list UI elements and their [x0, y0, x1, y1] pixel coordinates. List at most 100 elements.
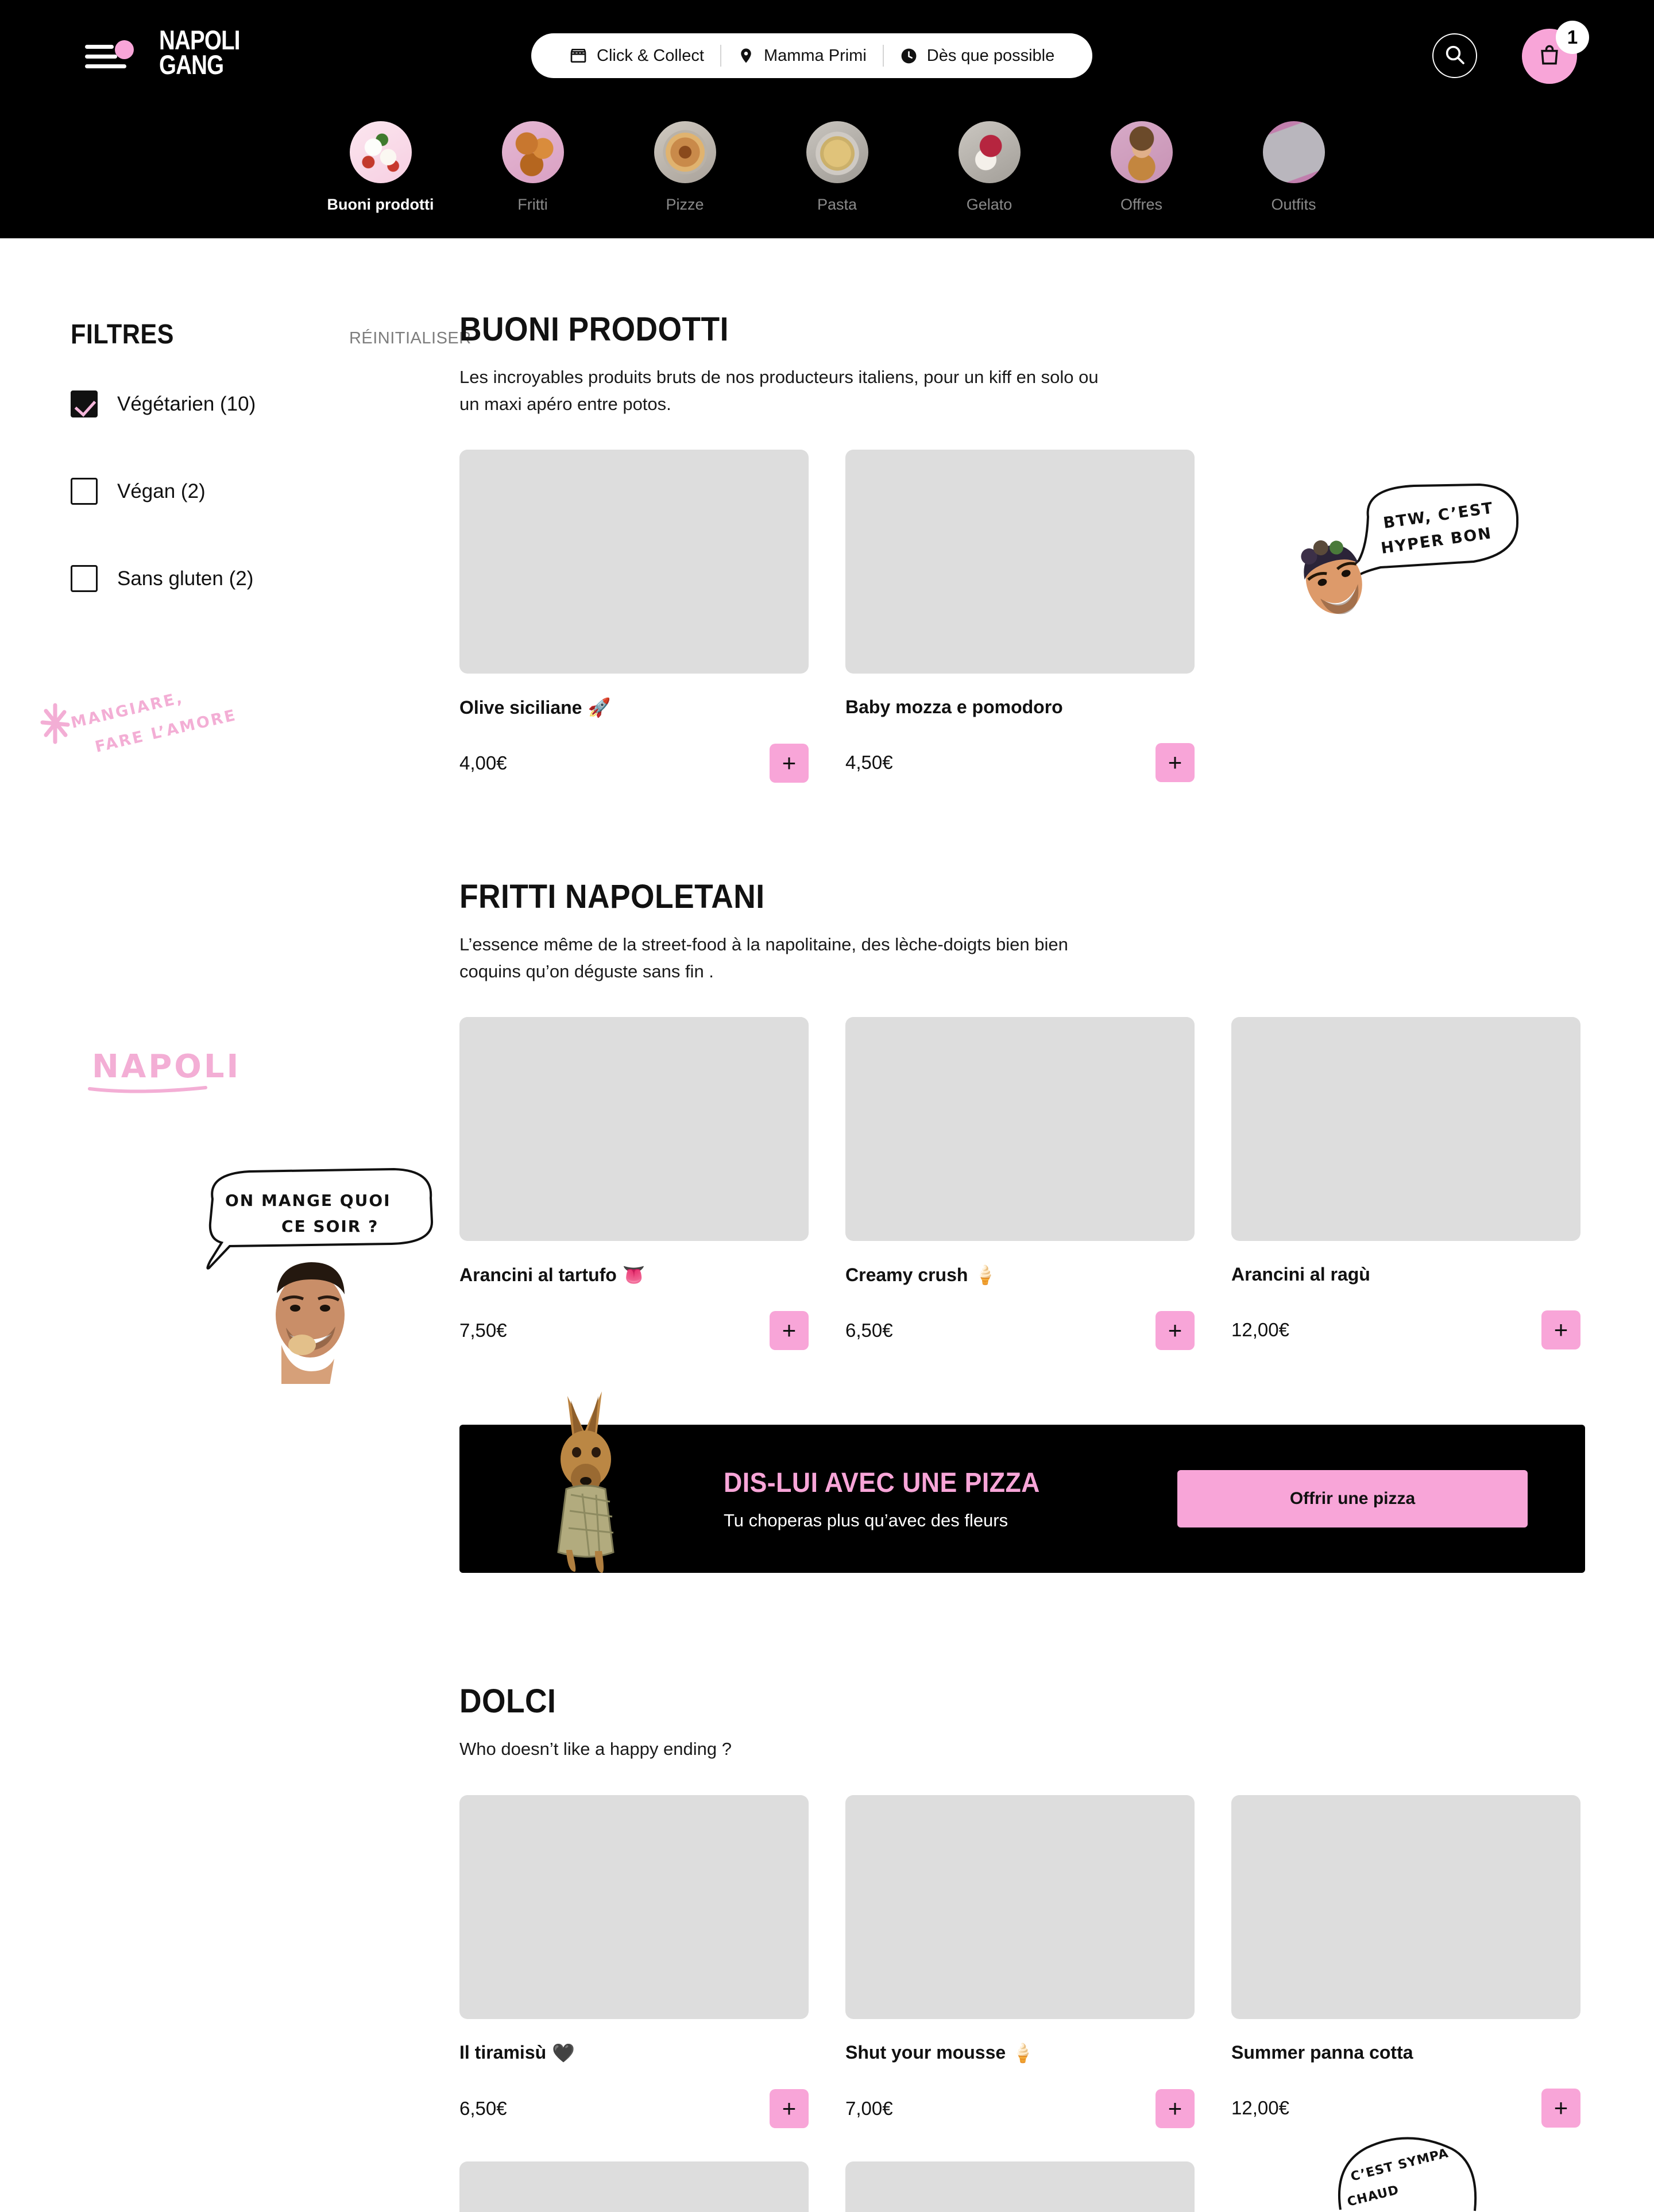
product-footer: 4,00€ +: [459, 744, 809, 783]
product-price: 12,00€: [1231, 1319, 1289, 1341]
filter-option-vegan[interactable]: Végan (2): [71, 478, 438, 505]
pill-item-time[interactable]: Dès que possible: [884, 47, 1071, 65]
product-name: Arancini al tartufo: [459, 1264, 617, 1285]
order-context-pill: Click & Collect Mamma Primi Dès que poss…: [531, 33, 1093, 78]
category-thumb-icon: [654, 121, 716, 183]
section-title: BUONI PRODOTTI: [459, 311, 729, 348]
category-item-fritti[interactable]: Fritti: [457, 111, 609, 214]
promo-banner[interactable]: DIS-LUI AVEC UNE PIZZA Tu choperas plus …: [459, 1391, 1585, 1573]
category-label: Offres: [1120, 196, 1163, 213]
category-item-pizze[interactable]: Pizze: [609, 111, 761, 214]
pill-item-click-collect[interactable]: Click & Collect: [553, 47, 720, 65]
product-name-row: Il tiramisù 🖤: [459, 2042, 809, 2064]
category-label: Outfits: [1271, 196, 1316, 213]
pill-label-location: Mamma Primi: [763, 46, 867, 65]
product-image: [459, 1795, 809, 2019]
category-label: Pasta: [817, 196, 857, 213]
add-to-cart-button[interactable]: +: [770, 2089, 809, 2128]
search-button[interactable]: [1432, 33, 1477, 78]
product-price: 7,00€: [845, 2097, 893, 2119]
product-grid: Olive siciliane 🚀 4,00€ + Baby mozza e p…: [459, 450, 1585, 783]
product-name-row: Arancini al tartufo 👅: [459, 1264, 809, 1286]
filter-label: Sans gluten (2): [117, 567, 254, 590]
checkbox-sans-gluten[interactable]: [71, 565, 98, 592]
product-image: [459, 1017, 809, 1242]
product-card[interactable]: Shut your mousse 🍦 7,00€ +: [845, 1795, 1195, 2128]
category-item-offres[interactable]: Offres: [1065, 111, 1218, 214]
add-to-cart-button[interactable]: +: [770, 744, 809, 783]
product-name-row: Arancini al ragù: [1231, 1264, 1580, 1285]
filter-option-sans-gluten[interactable]: Sans gluten (2): [71, 565, 438, 592]
doodle-line-1: MANGIARE,: [69, 689, 186, 732]
category-thumb-icon: [501, 121, 564, 183]
product-card[interactable]: Il tiramisù 🖤 6,50€ +: [459, 1795, 809, 2128]
clock-icon: [900, 47, 918, 65]
product-price: 7,50€: [459, 1320, 507, 1341]
pill-item-location[interactable]: Mamma Primi: [721, 47, 883, 65]
product-card[interactable]: [459, 2161, 809, 2212]
add-to-cart-button[interactable]: +: [770, 1311, 809, 1351]
product-card[interactable]: Creamy crush 🍦 6,50€ +: [845, 1017, 1195, 1351]
product-card[interactable]: Olive siciliane 🚀 4,00€ +: [459, 450, 809, 783]
section-description: Les incroyables produits bruts de nos pr…: [459, 367, 1099, 415]
category-item-outfits[interactable]: Outfits: [1218, 111, 1370, 214]
section-title: DOLCI: [459, 1683, 557, 1720]
category-item-gelato[interactable]: Gelato: [913, 111, 1065, 214]
doodle-napoli: NAPOLI: [88, 1048, 241, 1093]
product-card[interactable]: Summer panna cotta 12,00€ +: [1231, 1795, 1580, 2128]
brand-logo[interactable]: NAPOLI GANG: [159, 25, 240, 78]
black-heart-icon: 🖤: [552, 2042, 575, 2063]
product-image: [845, 2161, 1195, 2212]
banner-title: DIS-LUI AVEC UNE PIZZA: [724, 1467, 1040, 1498]
product-grid: Arancini al tartufo 👅 7,50€ + Creamy cru…: [459, 1017, 1585, 1351]
product-footer: 7,00€ +: [845, 2089, 1195, 2128]
product-name: Olive siciliane: [459, 697, 582, 718]
add-to-cart-button[interactable]: +: [1156, 2089, 1195, 2128]
product-grid: Il tiramisù 🖤 6,50€ + Shut your mousse 🍦: [459, 1795, 1585, 2128]
add-to-cart-button[interactable]: +: [1541, 1310, 1580, 1350]
product-price: 4,50€: [845, 752, 893, 774]
add-to-cart-button[interactable]: +: [1541, 2088, 1580, 2128]
avatar-man-eating: [276, 1262, 345, 1384]
product-card[interactable]: [845, 2161, 1195, 2212]
ice-cream-icon: 🍦: [973, 1264, 997, 1286]
hamburger-menu-icon[interactable]: [85, 40, 134, 68]
product-footer: 12,00€ +: [1231, 2088, 1580, 2128]
bubble-left-line-1: ON MANGE QUOI: [225, 1191, 391, 1210]
product-name: Il tiramisù: [459, 2042, 547, 2063]
product-card[interactable]: Arancini al tartufo 👅 7,50€ +: [459, 1017, 809, 1351]
category-nav: Buoni prodotti Fritti Pizze Pasta Gelato…: [0, 111, 1654, 238]
product-card[interactable]: Arancini al ragù 12,00€ +: [1231, 1017, 1580, 1350]
category-label: Buoni prodotti: [327, 196, 434, 213]
category-thumb-icon: [349, 121, 412, 183]
checkbox-vegan[interactable]: [71, 478, 98, 505]
doodle-underline: [88, 1086, 207, 1093]
category-thumb-icon: [1110, 121, 1173, 183]
reset-filters-button[interactable]: RÉINITIALISER: [349, 329, 472, 348]
doodle-napoli-text: NAPOLI: [92, 1048, 241, 1085]
product-image: [459, 2161, 809, 2212]
offer-pizza-button[interactable]: Offrir une pizza: [1177, 1470, 1528, 1528]
page-root: NAPOLI GANG Click & Collect Mamma Primi …: [0, 0, 1654, 2212]
dog-mascot-image: [557, 1391, 615, 1573]
bubble-left-line-2: CE SOIR ?: [281, 1217, 378, 1236]
product-card[interactable]: Baby mozza e pomodoro 4,50€ +: [845, 450, 1195, 783]
ice-cream-icon: 🍦: [1011, 2042, 1034, 2063]
rocket-icon: 🚀: [588, 697, 611, 718]
product-price: 6,50€: [845, 1320, 893, 1341]
add-to-cart-button[interactable]: +: [1156, 1311, 1195, 1351]
logo-line-1: NAPOLI: [159, 25, 240, 55]
section-title: FRITTI NAPOLETANI: [459, 878, 765, 916]
checkbox-vegetarien[interactable]: [71, 390, 98, 417]
doodle-line-2: FARE L’AMORE: [94, 706, 239, 756]
filters-title: FILTRES: [71, 319, 174, 350]
search-icon: [1443, 43, 1466, 69]
category-item-pasta[interactable]: Pasta: [761, 111, 913, 214]
product-grid-partial: [459, 2161, 1585, 2212]
menu-dot-accent: [115, 40, 134, 59]
doodle-mangiare-fare-lamore: MANGIARE, FARE L’AMORE: [40, 689, 239, 756]
filter-option-vegetarien[interactable]: Végétarien (10): [71, 390, 438, 417]
add-to-cart-button[interactable]: +: [1156, 743, 1195, 783]
category-item-buoni-prodotti[interactable]: Buoni prodotti: [304, 111, 457, 214]
product-image: [845, 450, 1195, 674]
